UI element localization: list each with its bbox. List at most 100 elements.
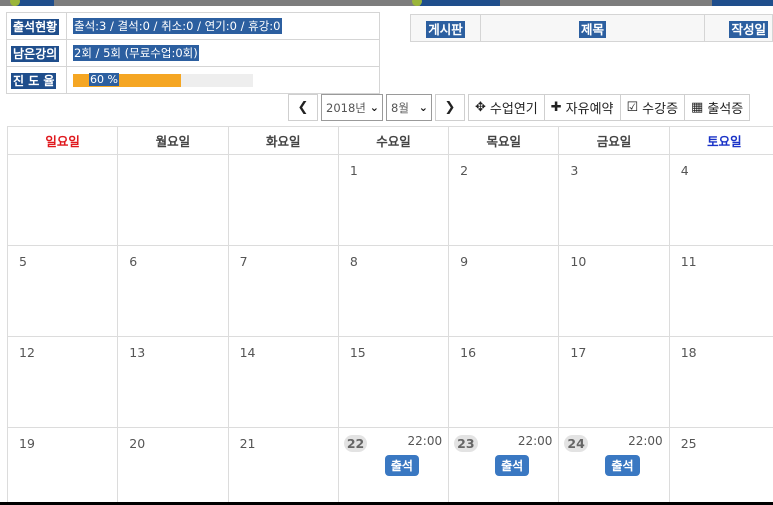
day-number: 11 — [680, 254, 697, 269]
calendar-day[interactable]: 11 — [668, 245, 773, 337]
event-time: 22:00 — [517, 434, 553, 448]
calendar-day[interactable]: 15 — [337, 336, 450, 428]
calendar-toolbar: ❮ 2018년 ⌄ 8월 ⌄ ❯ ✥ 수업연기 ✚ 자유예약 ☑ 수강증 ▦ 출… — [288, 94, 751, 121]
calendar-day[interactable]: 19 — [6, 427, 119, 505]
board-table: 게시판 제목 작성일 — [410, 14, 773, 42]
calendar-week: 1 2 3 4 — [6, 154, 773, 246]
attendance-badge[interactable]: 출석 — [605, 455, 640, 476]
weekday-fri: 금요일 — [558, 126, 670, 155]
chevron-down-icon: ⌄ — [369, 101, 379, 114]
remaining-label: 남은강의 — [11, 45, 60, 62]
attendance-label: 출석현황 — [11, 18, 60, 35]
board-col-board: 게시판 — [410, 14, 481, 42]
year-select[interactable]: 2018년 ⌄ — [321, 94, 383, 121]
day-number: 4 — [680, 163, 689, 178]
chevron-down-icon: ⌄ — [418, 101, 428, 114]
section-header-left — [14, 0, 54, 6]
calendar-day[interactable] — [227, 154, 339, 246]
weekday-sun: 일요일 — [6, 126, 119, 155]
calendar-day[interactable]: 13 — [117, 336, 229, 428]
event-time: 22:00 — [407, 434, 443, 448]
weekday-mon: 월요일 — [117, 126, 229, 155]
day-number: 14 — [239, 345, 256, 360]
day-number: 19 — [19, 436, 35, 451]
calendar-day[interactable]: 9 — [448, 245, 560, 337]
calendar-day[interactable]: 20 — [117, 427, 229, 505]
day-number: 10 — [570, 254, 587, 269]
calendar-week: 12 13 14 15 16 17 18 — [6, 336, 773, 428]
certificate-button[interactable]: ☑ 수강증 — [619, 94, 685, 121]
status-table: 출석현황 출석:3 / 결석:0 / 취소:0 / 연기:0 / 휴강:0 남은… — [6, 12, 380, 94]
event-time: 22:00 — [628, 434, 663, 448]
day-number: 16 — [460, 345, 477, 360]
weekday-thu: 목요일 — [448, 126, 560, 155]
calendar-day[interactable]: 12 — [6, 336, 119, 428]
calendar-day[interactable]: 16 — [448, 336, 560, 428]
calendar-day[interactable]: 3 — [558, 154, 670, 246]
postpone-button[interactable]: ✥ 수업연기 — [468, 94, 544, 121]
day-number: 20 — [129, 436, 146, 451]
calendar-day[interactable]: 7 — [227, 245, 339, 337]
calendar-icon: ▦ — [691, 100, 704, 115]
plus-icon: ✚ — [550, 100, 562, 115]
calendar-day[interactable]: 17 — [558, 336, 670, 428]
weekday-header: 일요일 월요일 화요일 수요일 목요일 금요일 토요일 — [6, 126, 773, 155]
calendar-day[interactable]: 1 — [337, 154, 450, 246]
day-number: 3 — [570, 163, 579, 178]
calendar-day[interactable]: 24 22:00 출석 — [558, 427, 670, 505]
board-col-author: 작성일 — [704, 14, 773, 42]
calendar-day[interactable]: 8 — [337, 245, 450, 337]
calendar-grid: 일요일 월요일 화요일 수요일 목요일 금요일 토요일 1 2 3 4 5 6 … — [6, 126, 773, 505]
calendar-day[interactable]: 21 — [227, 427, 339, 505]
day-number: 2 — [460, 163, 469, 178]
prev-month-button[interactable]: ❮ — [288, 94, 318, 121]
calendar-day[interactable]: 6 — [117, 245, 229, 337]
day-number: 1 — [349, 163, 358, 178]
day-number: 21 — [239, 436, 256, 451]
calendar-day[interactable] — [6, 154, 119, 246]
calendar-day[interactable]: 4 — [668, 154, 773, 246]
weekday-sat: 토요일 — [668, 126, 773, 155]
chevron-left-icon: ❮ — [297, 100, 309, 115]
day-number: 9 — [460, 254, 469, 269]
calendar-day[interactable]: 18 — [668, 336, 773, 428]
day-number: 5 — [19, 254, 27, 269]
top-strip — [0, 0, 773, 6]
free-reserve-button[interactable]: ✚ 자유예약 — [543, 94, 620, 121]
calendar-day[interactable]: 25 — [668, 427, 773, 505]
chevron-right-icon: ❯ — [444, 100, 456, 115]
progress-label: 진 도 율 — [11, 72, 57, 89]
calendar-day[interactable]: 23 22:00 출석 — [448, 427, 560, 505]
calendar-day[interactable]: 14 — [227, 336, 339, 428]
day-number: 13 — [129, 345, 146, 360]
attendance-cert-button[interactable]: ▦ 출석증 — [684, 94, 751, 121]
month-select[interactable]: 8월 ⌄ — [386, 94, 432, 121]
section-header-right — [420, 0, 500, 6]
section-header-more[interactable] — [712, 0, 773, 6]
progress-row: 진 도 율 60 % — [6, 66, 380, 94]
calendar-day[interactable]: 2 — [448, 154, 560, 246]
progress-text: 60 % — [89, 73, 119, 86]
day-number: 15 — [349, 345, 366, 360]
attendance-badge[interactable]: 출석 — [495, 455, 530, 476]
calendar-day[interactable] — [117, 154, 229, 246]
day-number-highlight: 22 — [343, 435, 368, 452]
day-number: 12 — [19, 345, 35, 360]
calendar-day[interactable]: 22 22:00 출석 — [337, 427, 450, 505]
day-number-highlight: 24 — [564, 435, 588, 452]
check-square-icon: ☑ — [626, 100, 639, 115]
progress-bar: 60 % — [73, 73, 253, 87]
attendance-row: 출석현황 출석:3 / 결석:0 / 취소:0 / 연기:0 / 휴강:0 — [6, 12, 380, 40]
calendar-day[interactable]: 10 — [558, 245, 670, 337]
board-col-title: 제목 — [480, 14, 705, 42]
day-number: 6 — [129, 254, 138, 269]
calendar-week: 5 6 7 8 9 10 11 — [6, 245, 773, 337]
calendar-day[interactable]: 5 — [6, 245, 119, 337]
day-number: 25 — [680, 436, 697, 451]
weekday-tue: 화요일 — [227, 126, 339, 155]
day-number: 7 — [239, 254, 248, 269]
calendar-week: 19 20 21 22 22:00 출석 23 22:00 출석 24 22:0… — [6, 427, 773, 505]
attendance-badge[interactable]: 출석 — [384, 455, 419, 476]
move-icon: ✥ — [475, 100, 486, 115]
next-month-button[interactable]: ❯ — [435, 94, 465, 121]
